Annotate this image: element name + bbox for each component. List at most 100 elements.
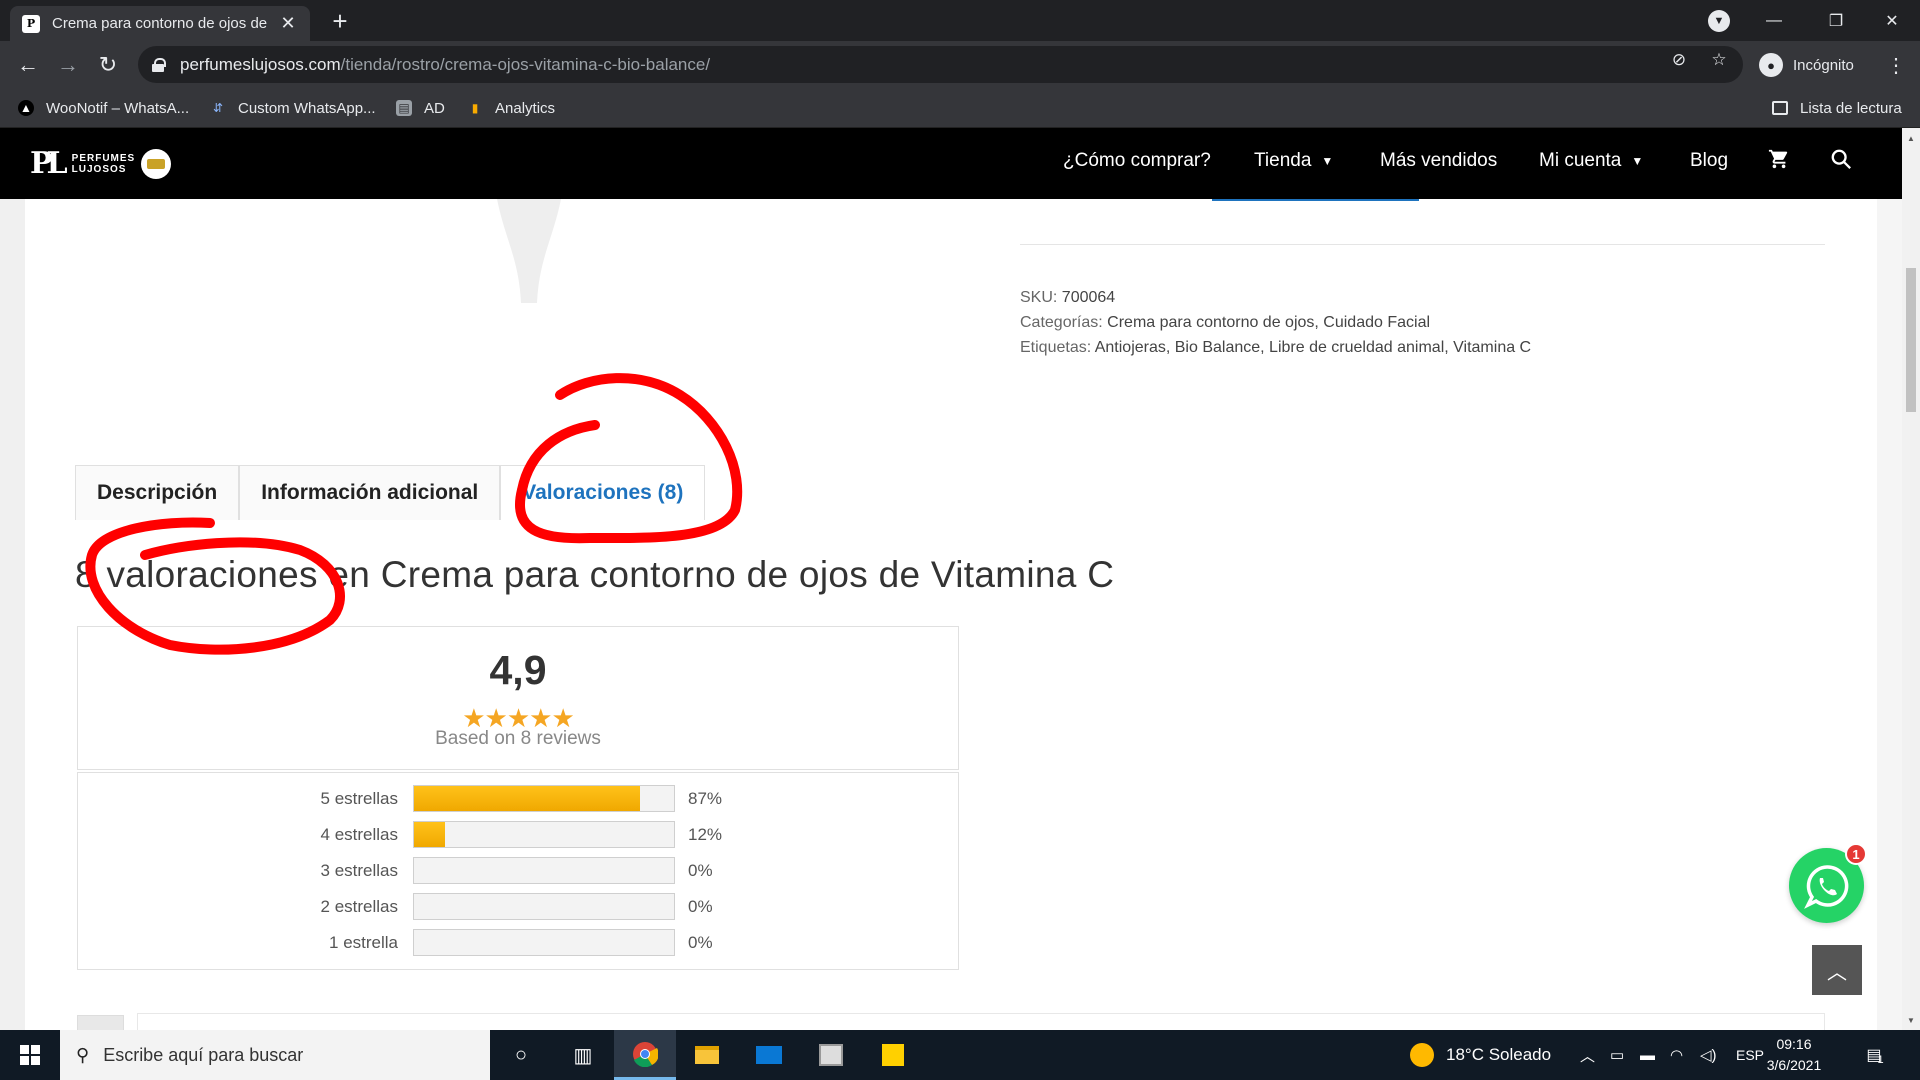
url-path: /tienda/rostro/crema-ojos-vitamina-c-bio… — [340, 54, 711, 74]
incognito-profile[interactable]: ● Incógnito — [1753, 49, 1864, 81]
based-on-text: Based on 8 reviews — [435, 728, 601, 749]
tab-valoraciones[interactable]: Valoraciones (8) — [500, 465, 706, 520]
analytics-icon: ▮ — [471, 101, 479, 115]
weather-text: 18°C Soleado — [1446, 1045, 1552, 1064]
whatsapp-badge: 1 — [1845, 843, 1867, 865]
categories-row: Categorías: Crema para contorno de ojos,… — [1020, 310, 1531, 335]
scroll-down-icon[interactable]: ▼ — [1907, 1016, 1915, 1025]
rating-bar-row[interactable]: 1 estrella 0% — [78, 929, 958, 956]
tags-links[interactable]: Antiojeras, Bio Balance, Libre de crueld… — [1095, 339, 1531, 356]
close-window-icon[interactable]: ✕ — [1864, 0, 1920, 41]
whatsapp-icon — [1803, 864, 1848, 909]
restore-icon[interactable]: ❐ — [1808, 0, 1864, 41]
rating-bar-row[interactable]: 4 estrellas 12% — [78, 821, 958, 848]
rating-summary: 4,9 ★★★★★ Based on 8 reviews — [77, 626, 959, 770]
reading-list[interactable]: Lista de lectura — [1772, 97, 1902, 119]
rating-bar-percent: 0% — [688, 861, 713, 880]
nav-label: ¿Cómo comprar? — [1063, 150, 1211, 171]
rating-bar-track — [413, 893, 675, 920]
average-rating: 4,9 — [489, 647, 547, 693]
scroll-up-icon[interactable]: ▲ — [1907, 134, 1915, 143]
logo-line2: LUJOSOS — [71, 163, 127, 175]
close-tab-icon[interactable]: ✕ — [278, 13, 298, 34]
notification-count: 1 — [1877, 1054, 1884, 1066]
sticky-notes-icon[interactable] — [862, 1030, 924, 1080]
battery-icon[interactable]: ▬ — [1640, 1030, 1655, 1080]
meet-now-icon[interactable]: ▭ — [1610, 1030, 1624, 1080]
site-favicon-icon: P — [22, 14, 40, 33]
site-logo[interactable]: PL PERFUMES LUJOSOS — [30, 146, 172, 181]
windows-start-icon[interactable] — [0, 1030, 60, 1080]
weather-widget[interactable]: 18°C Soleado — [1410, 1030, 1551, 1080]
nav-label: Blog — [1690, 150, 1729, 171]
chrome-icon[interactable] — [614, 1030, 676, 1080]
tab-informacion-adicional[interactable]: Información adicional — [239, 465, 501, 520]
site-header: PL PERFUMES LUJOSOS ¿Cómo comprar? Tiend… — [0, 128, 1902, 199]
rating-bar-track — [413, 821, 675, 848]
back-icon[interactable]: ← — [12, 49, 44, 81]
nav-label: Tienda — [1254, 150, 1312, 171]
eye-off-icon[interactable]: ⊘ — [1668, 49, 1690, 71]
chevron-down-icon: ▼ — [1631, 154, 1644, 168]
windows-taskbar: ⚲ Escribe aquí para buscar ○ ▥ 18°C Sole… — [0, 1030, 1920, 1080]
mail-icon[interactable] — [738, 1030, 800, 1080]
star-bookmark-icon[interactable]: ☆ — [1708, 49, 1730, 71]
bookmark-ad[interactable]: ▤ AD — [396, 97, 445, 119]
rating-bar-row[interactable]: 2 estrellas 0% — [78, 893, 958, 920]
rating-bar-percent: 0% — [688, 933, 713, 952]
bookmark-analytics[interactable]: ▮ Analytics — [467, 97, 555, 119]
nav-mi-cuenta[interactable]: Mi cuenta ▼ — [1539, 150, 1643, 172]
product-meta: SKU: 700064 Categorías: Crema para conto… — [1020, 285, 1531, 360]
logo-text: PERFUMES LUJOSOS — [72, 153, 136, 175]
rating-bar-track — [413, 929, 675, 956]
rating-bar-label: 3 estrellas — [320, 861, 398, 880]
nav-blog[interactable]: Blog — [1690, 150, 1728, 172]
cortana-icon[interactable]: ○ — [490, 1030, 552, 1080]
chevron-up-tray-icon[interactable]: ︿ — [1580, 1030, 1595, 1080]
task-view-icon[interactable]: ▥ — [552, 1030, 614, 1080]
wifi-icon[interactable]: ◠ — [1670, 1030, 1683, 1080]
logo-mark-icon: PL — [30, 146, 68, 181]
categories-links[interactable]: Crema para contorno de ojos, Cuidado Fac… — [1107, 314, 1430, 331]
bookmark-custom-whatsapp[interactable]: ⇵ Custom WhatsApp... — [210, 97, 376, 119]
bookmark-label: Analytics — [495, 99, 556, 117]
minimize-icon[interactable]: — — [1746, 0, 1802, 41]
url-host: perfumeslujosos.com — [180, 54, 341, 74]
address-bar[interactable]: perfumeslujosos.com /tienda/rostro/crema… — [138, 46, 1743, 83]
sku-label: SKU: — [1020, 289, 1058, 306]
nav-mas-vendidos[interactable]: Más vendidos — [1380, 150, 1497, 172]
browser-tab[interactable]: P Crema para contorno de ojos de ✕ — [10, 6, 310, 41]
menu-kebab-icon[interactable]: ⋮ — [1884, 49, 1908, 81]
sun-icon — [1410, 1043, 1434, 1067]
bookmark-woonotif[interactable]: ▲ WooNotif – WhatsA... — [18, 97, 189, 119]
browser-toolbar: ← → ↻ perfumeslujosos.com /tienda/rostro… — [0, 41, 1920, 88]
flag-icon — [141, 148, 172, 179]
nav-tienda[interactable]: Tienda ▼ — [1254, 150, 1333, 172]
bookmarks-bar: ▲ WooNotif – WhatsA... ⇵ Custom WhatsApp… — [0, 88, 1920, 128]
tab-descripcion[interactable]: Descripción — [75, 465, 240, 520]
taskbar-search-placeholder: Escribe aquí para buscar — [103, 1044, 304, 1065]
reload-icon[interactable]: ↻ — [92, 49, 124, 81]
page-scrollbar[interactable]: ▲ ▼ — [1902, 128, 1920, 1030]
review-item — [137, 1013, 1825, 1030]
cart-icon[interactable] — [1768, 148, 1790, 176]
tab-search-icon[interactable]: ▼ — [1708, 10, 1730, 32]
app-window-icon[interactable] — [800, 1030, 862, 1080]
notification-center-icon[interactable]: ▤ 1 — [1860, 1040, 1890, 1070]
clock[interactable]: 09:16 3/6/2021 — [1752, 1034, 1836, 1076]
rating-bar-percent: 12% — [688, 825, 723, 844]
clock-date: 3/6/2021 — [1766, 1057, 1822, 1073]
scrollbar-thumb[interactable] — [1906, 268, 1916, 412]
volume-icon[interactable]: ◁) — [1700, 1030, 1717, 1080]
forward-icon[interactable]: → — [52, 49, 84, 81]
nav-como-comprar[interactable]: ¿Cómo comprar? — [1063, 150, 1211, 172]
rating-bar-row[interactable]: 5 estrellas 87% — [78, 785, 958, 812]
search-icon[interactable] — [1830, 148, 1852, 176]
scroll-to-top-button[interactable]: ︿ — [1812, 945, 1862, 995]
rating-bar-track — [413, 785, 675, 812]
file-explorer-icon[interactable] — [676, 1030, 738, 1080]
taskbar-search[interactable]: ⚲ Escribe aquí para buscar — [60, 1030, 490, 1080]
rating-bar-fill — [414, 822, 446, 847]
rating-bar-row[interactable]: 3 estrellas 0% — [78, 857, 958, 884]
new-tab-icon[interactable]: + — [325, 6, 355, 36]
